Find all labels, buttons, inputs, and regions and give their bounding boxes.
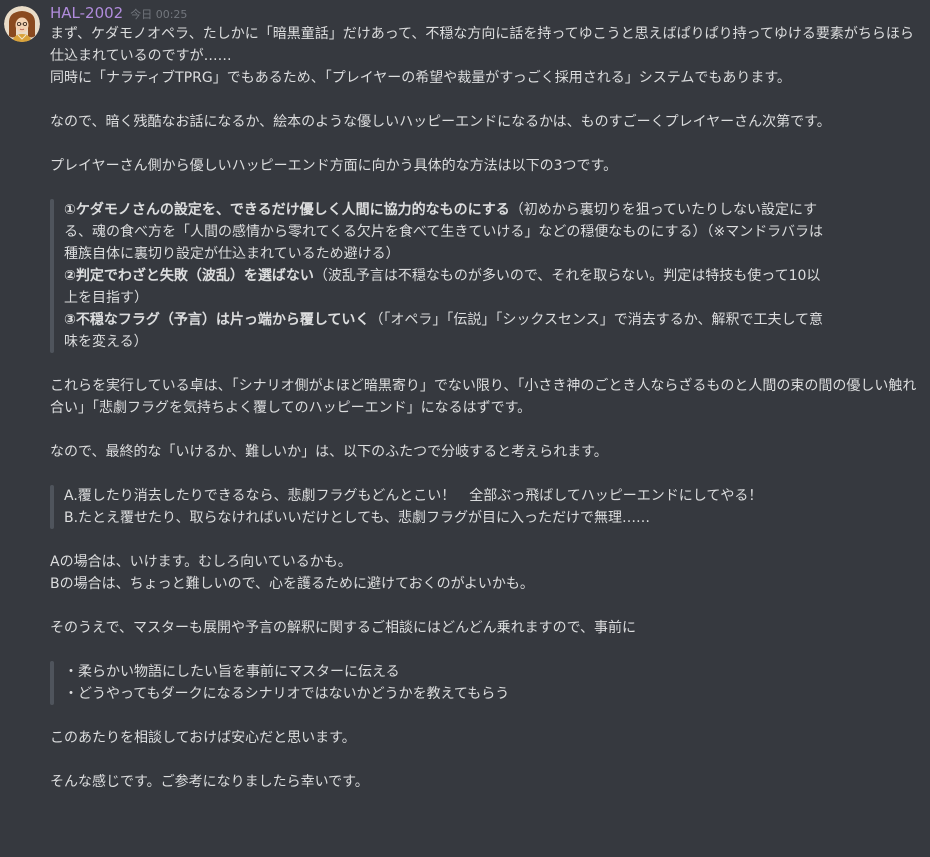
case-item: A.覆したり消去したりできるなら、悲劇フラグもどんとこい！ 全部ぶっ飛ばしてハッ… [64, 488, 763, 504]
case-item: B.たとえ覆せたり、取らなければいいだけとしても、悲劇フラグが目に入っただけで無… [64, 510, 650, 526]
message-paragraph: そのうえで、マスターも展開や予言の解釈に関するご相談にはどんどん乗れますので、事… [50, 620, 637, 636]
message-paragraph: なので、暗く残酷なお話になるか、絵本のような優しいハッピーエンドになるかは、もの… [50, 114, 831, 130]
method-title: ①ケダモノさんの設定を、できるだけ優しく人間に協力的なものにする [64, 202, 510, 218]
message-paragraph: プレイヤーさん側から優しいハッピーエンド方面に向かう具体的な方法は以下の3つです… [50, 158, 618, 174]
tip-item: ・柔らかい物語にしたい旨を事前にマスターに伝える [64, 664, 400, 680]
message-paragraph: これらを実行している卓は、「シナリオ側がよほど暗黒寄り」でない限り、「小さき神の… [50, 378, 917, 416]
method-item: ①ケダモノさんの設定を、できるだけ優しく人間に協力的なものにする（初めから裏切り… [64, 199, 824, 265]
timestamp: 今日 00:25 [130, 8, 188, 21]
method-title: ③不穏なフラグ（予言）は片っ端から覆していく [64, 312, 370, 328]
username[interactable]: HAL-2002 [50, 4, 123, 22]
message-paragraph: Bの場合は、ちょっと難しいので、心を護るために避けておくのがよいかも。 [50, 576, 534, 592]
tip-item: ・どうやってもダークになるシナリオではないかどうかを教えてもらう [64, 686, 510, 702]
message-paragraph: このあたりを相談しておけば安心だと思います。 [50, 730, 356, 746]
block-quote-tips: ・柔らかい物語にしたい旨を事前にマスターに伝える ・どうやってもダークになるシナ… [50, 661, 922, 705]
message-paragraph: そんな感じです。ご参考になりましたら幸いです。 [50, 774, 369, 790]
message-paragraph: まず、ケダモノオペラ、たしかに「暗黒童話」だけあって、不穏な方向に話を持ってゆこ… [50, 26, 914, 64]
avatar-image [4, 6, 40, 42]
method-title: ②判定でわざと失敗（波乱）を選ばない [64, 268, 314, 284]
message-paragraph: 同時に「ナラティブTPRG」でもあるため、「プレイヤーの希望や裁量がすっごく採用… [50, 70, 791, 86]
message-content: まず、ケダモノオペラ、たしかに「暗黒童話」だけあって、不穏な方向に話を持ってゆこ… [50, 23, 922, 793]
chat-message: HAL-2002 今日 00:25 まず、ケダモノオペラ、たしかに「暗黒童話」だ… [0, 0, 930, 857]
message-paragraph: Aの場合は、いけます。むしろ向いているかも。 [50, 554, 352, 570]
method-item: ③不穏なフラグ（予言）は片っ端から覆していく（「オペラ」「伝説」「シックスセンス… [64, 309, 824, 353]
message-paragraph: なので、最終的な「いけるか、難しいか」は、以下のふたつで分岐すると考えられます。 [50, 444, 608, 460]
user-avatar[interactable] [4, 6, 40, 42]
block-quote-cases: A.覆したり消去したりできるなら、悲劇フラグもどんとこい！ 全部ぶっ飛ばしてハッ… [50, 485, 824, 529]
block-quote-methods: ①ケダモノさんの設定を、できるだけ優しく人間に協力的なものにする（初めから裏切り… [50, 199, 824, 353]
method-item: ②判定でわざと失敗（波乱）を選ばない（波乱予言は不穏なものが多いので、それを取ら… [64, 265, 824, 309]
